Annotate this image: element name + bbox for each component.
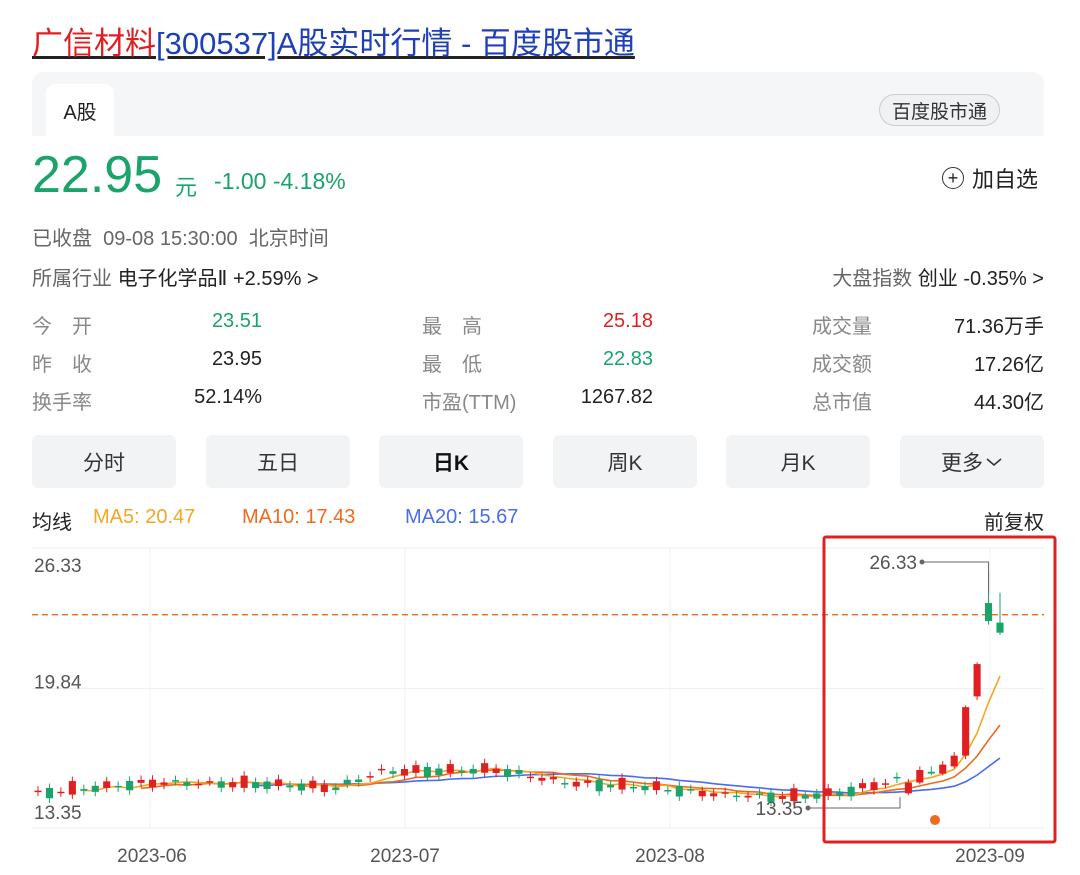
candle-body [538, 777, 546, 781]
candle-body [607, 784, 615, 788]
candle-body [492, 768, 500, 774]
candle-body [618, 777, 626, 790]
max-value-label: 26.33 [869, 553, 917, 574]
candle-body [710, 793, 718, 797]
candlesticks [34, 572, 1004, 807]
candle-body [698, 790, 706, 797]
min-leader-line [808, 797, 901, 809]
candle-body [206, 781, 214, 783]
candle-body [733, 795, 741, 798]
candle-body [973, 664, 981, 697]
candle-body [549, 777, 557, 780]
candle-body [664, 789, 672, 792]
candle-body [652, 781, 660, 791]
candle-body [446, 764, 454, 773]
candle-body [297, 783, 305, 791]
y-tick-label: 13.35 [34, 803, 82, 824]
candle-body [458, 770, 466, 773]
candle-body [91, 785, 99, 792]
candle-body [629, 786, 638, 789]
candle-body [744, 795, 752, 798]
candle-body [103, 781, 111, 788]
candle-body [412, 765, 420, 773]
candle-body [515, 770, 523, 774]
candle-body [400, 769, 409, 776]
min-dot [805, 805, 811, 811]
candle-body [148, 779, 157, 788]
candle-body [68, 781, 76, 795]
y-tick-label: 26.33 [34, 556, 82, 577]
candle-body [286, 785, 294, 788]
candle-body [595, 779, 603, 792]
candle-body [378, 768, 386, 771]
max-leader-line [922, 561, 990, 594]
candle-body [274, 779, 283, 787]
candle-body [584, 780, 592, 783]
candle-body [561, 783, 569, 785]
candle-body [950, 755, 958, 767]
candle-body [320, 784, 328, 793]
event-marker-dot [930, 815, 940, 825]
candle-body [481, 763, 489, 773]
candle-body [824, 788, 832, 796]
candle-body [962, 707, 970, 756]
candle-body [641, 786, 649, 791]
candle-body [57, 791, 65, 794]
candle-body [355, 779, 363, 783]
y-tick-label: 19.84 [34, 673, 82, 694]
candle-body [904, 782, 912, 794]
candle-body [984, 603, 993, 622]
candle-body [916, 769, 924, 783]
candle-body [870, 782, 878, 791]
candle-body [996, 622, 1004, 633]
candle-body [263, 781, 271, 789]
candle-body [813, 793, 821, 799]
candle-body [859, 783, 867, 789]
candle-body [126, 780, 134, 791]
candle-body [939, 764, 947, 774]
candle-body [343, 779, 351, 784]
candle-body [836, 792, 844, 796]
candle-body [366, 776, 374, 778]
x-tick-label: 2023-09 [955, 846, 1025, 867]
candle-body [194, 783, 202, 786]
candle-body [309, 780, 317, 789]
candle-body [847, 786, 855, 797]
candle-body [240, 775, 248, 788]
candle-body [389, 771, 397, 774]
candle-body [721, 792, 729, 794]
candle-body [927, 771, 935, 774]
candle-body [435, 768, 443, 776]
candle-body [114, 785, 122, 788]
candle-body [469, 768, 477, 774]
candle-body [893, 776, 901, 779]
kline-chart[interactable]: 26.33 19.84 13.35 2023-06 2023-07 2023-08 2023… [0, 0, 1080, 875]
candle-body [881, 783, 890, 785]
candle-body [423, 766, 431, 778]
candle-body [755, 793, 764, 795]
x-tick-label: 2023-08 [635, 846, 705, 867]
x-tick-label: 2023-07 [370, 846, 440, 867]
axis-labels: 26.33 19.84 13.35 2023-06 2023-07 2023-08 2023… [34, 556, 1025, 867]
candle-body [160, 782, 168, 785]
candle-body [332, 787, 340, 791]
candle-body [503, 769, 512, 777]
candle-body [45, 788, 54, 799]
candle-body [217, 781, 225, 788]
candle-body [34, 790, 42, 793]
candle-body [80, 789, 88, 791]
candle-body [183, 782, 191, 786]
min-value-label: 13.35 [755, 799, 803, 820]
candle-body [687, 789, 695, 791]
candle-body [526, 776, 535, 779]
candle-body [229, 782, 237, 788]
candle-body [252, 782, 260, 789]
highlight-box [822, 535, 1057, 844]
candle-body [171, 780, 179, 782]
x-tick-label: 2023-06 [117, 846, 187, 867]
candle-body [572, 781, 580, 787]
candle-body [675, 786, 683, 797]
candle-body [137, 779, 145, 783]
max-dot [919, 559, 925, 565]
